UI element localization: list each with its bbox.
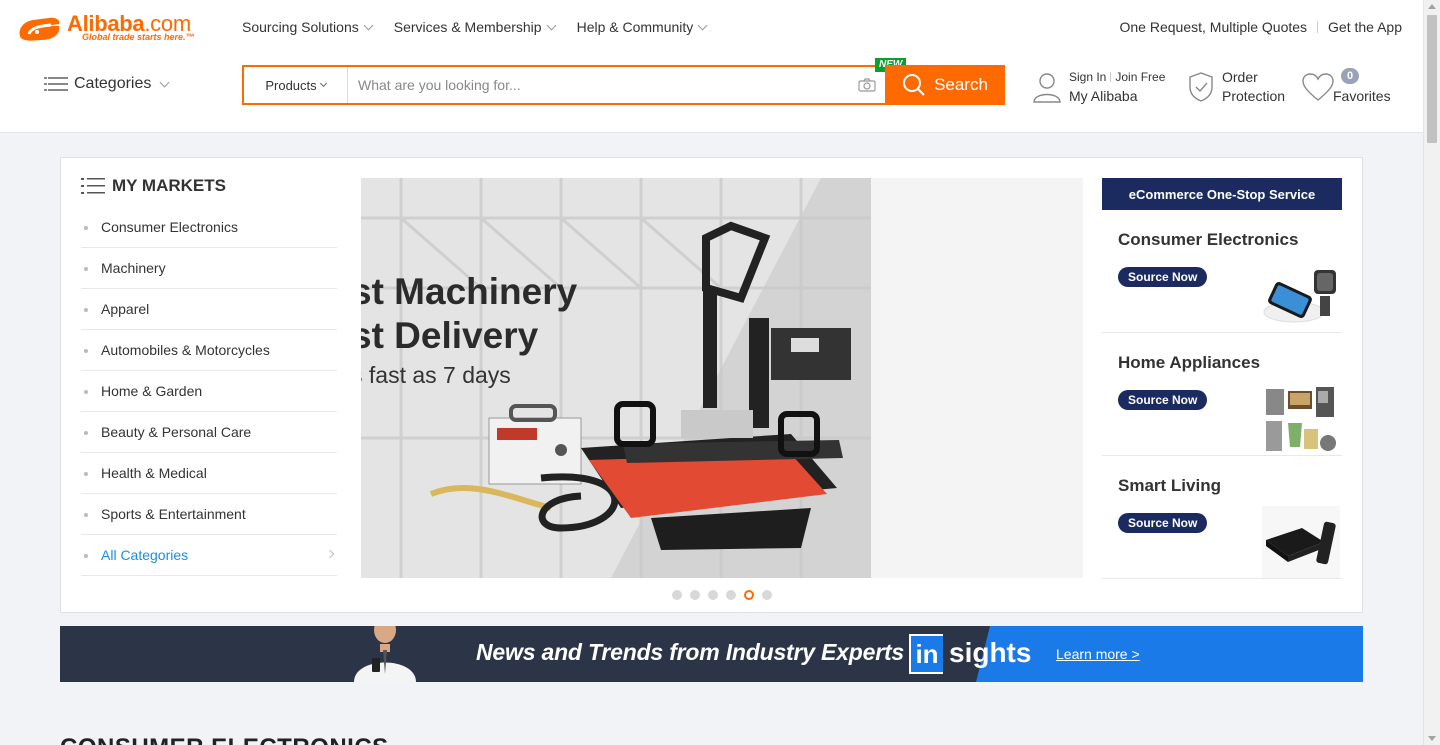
top-navigation: Sourcing Solutions Services & Membership… bbox=[242, 19, 728, 35]
nav-help-community[interactable]: Help & Community bbox=[577, 19, 708, 35]
nav-sourcing-solutions[interactable]: Sourcing Solutions bbox=[242, 19, 374, 35]
chevron-down-icon bbox=[363, 20, 374, 30]
insights-logo-in: in bbox=[909, 634, 943, 674]
shield-check-icon bbox=[1189, 72, 1213, 102]
insights-banner[interactable]: News and Trends from Industry Experts in… bbox=[60, 626, 1363, 682]
carousel-dot[interactable] bbox=[726, 590, 736, 600]
source-now-button[interactable]: Source Now bbox=[1118, 513, 1208, 533]
sign-in-link[interactable]: Sign In bbox=[1069, 70, 1106, 84]
insights-headline: News and Trends from Industry Experts bbox=[476, 639, 905, 665]
search-bar: Products bbox=[242, 65, 886, 105]
market-item-consumer-electronics[interactable]: Consumer Electronics bbox=[81, 207, 337, 248]
vertical-scrollbar[interactable] bbox=[1423, 0, 1440, 745]
carousel-dots bbox=[672, 590, 772, 600]
search-category-select[interactable]: Products bbox=[244, 67, 348, 103]
scroll-up-arrow-icon[interactable] bbox=[1428, 4, 1436, 9]
ecommerce-service-title: eCommerce One-Stop Service bbox=[1102, 178, 1342, 210]
insights-blue-panel bbox=[976, 626, 1363, 682]
search-icon bbox=[903, 74, 925, 96]
search-input[interactable] bbox=[348, 67, 858, 103]
list-icon bbox=[44, 76, 68, 92]
join-free-link[interactable]: Join Free bbox=[1115, 70, 1165, 84]
insights-logo-sights: sights bbox=[949, 637, 1032, 668]
banner-text: st Machinery st Delivery s fast as 7 day… bbox=[361, 270, 577, 389]
carousel-dot[interactable] bbox=[672, 590, 682, 600]
presenter-image bbox=[354, 626, 416, 682]
chevron-down-icon bbox=[159, 77, 170, 87]
market-item-apparel[interactable]: Apparel bbox=[81, 289, 337, 330]
banner-headline-2: st Delivery bbox=[361, 315, 539, 356]
source-now-button[interactable]: Source Now bbox=[1118, 390, 1208, 410]
get-app-link[interactable]: Get the App bbox=[1328, 19, 1402, 35]
categories-label: Categories bbox=[74, 75, 152, 92]
carousel-dot-active[interactable] bbox=[744, 590, 754, 600]
favorites-link[interactable]: 0 Favorites bbox=[1301, 68, 1391, 106]
ecommerce-item-title: Smart Living bbox=[1118, 476, 1221, 495]
kitchen-appliances-icon bbox=[1266, 387, 1336, 451]
market-item-health[interactable]: Health & Medical bbox=[81, 453, 337, 494]
chevron-down-icon bbox=[319, 79, 327, 88]
section-title-consumer-electronics: CONSUMER ELECTRONICS bbox=[60, 734, 389, 745]
market-item-machinery[interactable]: Machinery bbox=[81, 248, 337, 289]
ecommerce-item-title: Consumer Electronics bbox=[1118, 230, 1299, 249]
market-item-automobiles[interactable]: Automobiles & Motorcycles bbox=[81, 330, 337, 371]
chevron-right-icon bbox=[325, 549, 335, 559]
ecommerce-item-consumer-electronics[interactable]: Consumer Electronics Source Now bbox=[1102, 210, 1342, 333]
source-now-button[interactable]: Source Now bbox=[1118, 267, 1208, 287]
hero-card: MY MARKETS Consumer Electronics Machiner… bbox=[60, 157, 1363, 613]
ecommerce-item-smart-living[interactable]: Smart Living Source Now bbox=[1102, 456, 1342, 579]
ecommerce-item-home-appliances[interactable]: Home Appliances Source Now bbox=[1102, 333, 1342, 456]
site-header: Alibaba.com Global trade starts here.™ S… bbox=[0, 0, 1423, 133]
alibaba-logo[interactable]: Alibaba.com Global trade starts here.™ bbox=[15, 11, 210, 46]
banner-headline-1: st Machinery bbox=[361, 271, 578, 312]
all-categories-link[interactable]: All Categories bbox=[81, 535, 337, 576]
smartphone-charger-icon bbox=[1263, 270, 1336, 323]
my-markets-title: MY MARKETS bbox=[81, 176, 337, 196]
market-item-sports[interactable]: Sports & Entertainment bbox=[81, 494, 337, 535]
banner-subline: s fast as 7 days bbox=[361, 362, 511, 388]
my-alibaba-link[interactable]: My Alibaba bbox=[1069, 87, 1165, 106]
scroll-thumb[interactable] bbox=[1427, 15, 1437, 143]
heart-icon bbox=[1302, 73, 1334, 101]
my-markets-panel: MY MARKETS Consumer Electronics Machiner… bbox=[81, 176, 337, 576]
search-button[interactable]: Search bbox=[885, 65, 1005, 105]
hero-banner[interactable]: st Machinery st Delivery s fast as 7 day… bbox=[361, 178, 1083, 578]
list-icon bbox=[81, 178, 105, 194]
user-icon bbox=[1033, 73, 1061, 103]
market-item-home-garden[interactable]: Home & Garden bbox=[81, 371, 337, 412]
order-protection-link[interactable]: Order Protection bbox=[1186, 68, 1285, 106]
favorites-count-badge: 0 bbox=[1341, 68, 1359, 84]
nav-services-membership[interactable]: Services & Membership bbox=[394, 19, 557, 35]
market-item-beauty[interactable]: Beauty & Personal Care bbox=[81, 412, 337, 453]
tv-box-icon bbox=[1262, 506, 1340, 578]
ecommerce-service-panel: eCommerce One-Stop Service Consumer Elec… bbox=[1102, 178, 1342, 579]
one-request-link[interactable]: One Request, Multiple Quotes bbox=[1120, 19, 1308, 35]
logo-tagline: Global trade starts here.™ bbox=[82, 32, 195, 42]
chevron-down-icon bbox=[546, 20, 557, 30]
scroll-down-arrow-icon[interactable] bbox=[1428, 736, 1436, 741]
carousel-dot[interactable] bbox=[762, 590, 772, 600]
camera-icon[interactable] bbox=[858, 78, 876, 92]
alibaba-smile-icon bbox=[19, 17, 60, 41]
learn-more-link[interactable]: Learn more > bbox=[1056, 646, 1140, 662]
carousel-dot[interactable] bbox=[708, 590, 718, 600]
top-right-links: One Request, Multiple Quotes Get the App bbox=[1120, 19, 1403, 35]
chevron-down-icon bbox=[697, 20, 708, 30]
divider bbox=[1317, 21, 1319, 33]
carousel-dot[interactable] bbox=[690, 590, 700, 600]
ecommerce-item-title: Home Appliances bbox=[1118, 353, 1261, 372]
market-list: Consumer Electronics Machinery Apparel A… bbox=[81, 207, 337, 576]
categories-menu[interactable]: Categories bbox=[44, 75, 170, 93]
account-menu[interactable]: Sign In Join Free My Alibaba bbox=[1032, 68, 1165, 106]
